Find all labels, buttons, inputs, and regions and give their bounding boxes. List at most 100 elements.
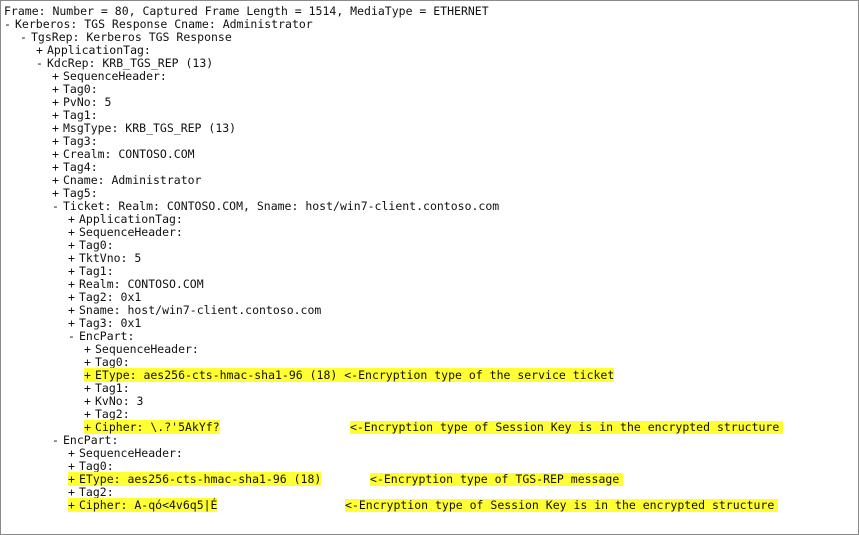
tree-node[interactable]: + SequenceHeader: (4, 343, 858, 356)
tree-node-content: + SequenceHeader: (52, 69, 167, 83)
tree-node[interactable]: + Crealm: CONTOSO.COM (4, 148, 858, 161)
tree-node-content: + SequenceHeader: (68, 446, 183, 460)
tree-node[interactable]: + PvNo: 5 (4, 96, 858, 109)
tree-node-content: + Tag2: (68, 485, 114, 499)
tree-node-label: MsgType: KRB_TGS_REP (13) (63, 121, 237, 135)
tree-node[interactable]: + EType: aes256-cts-hmac-sha1-96 (18) <-En… (4, 472, 858, 486)
tree-node-label: SequenceHeader: (95, 342, 199, 356)
tree-node-content: + Tag1: (52, 108, 98, 122)
tree-node-content: + EType: aes256-cts-hmac-sha1-96 (18) <-E… (84, 368, 615, 382)
collapse-icon[interactable]: - (52, 434, 63, 447)
tree-node-content: + Tag3: 0x1 (68, 316, 141, 330)
tree-node-label: Ticket: Realm: CONTOSO.COM, Sname: host/… (63, 199, 500, 213)
tree-node-label: Cname: Administrator (63, 173, 202, 187)
collapse-icon[interactable]: - (68, 330, 79, 343)
tree-node-content: + SequenceHeader: (84, 342, 199, 356)
tree-node[interactable]: + Cipher: \.?'5AkYf? <-Encryption type of … (4, 420, 858, 434)
tree-node[interactable]: + SequenceHeader: (4, 70, 858, 83)
tree-node-label: SequenceHeader: (79, 225, 183, 239)
tree-node-content: + Tag4: (52, 160, 98, 174)
tree-node-label: Tag3: (63, 134, 98, 148)
tree-node-content: - TgsRep: Kerberos TGS Response (20, 30, 232, 44)
tree-node-label: Realm: CONTOSO.COM (79, 277, 204, 291)
tree-node-content: + Tag0: (68, 238, 114, 252)
tree-node[interactable]: + KvNo: 3 (4, 395, 858, 408)
tree-node-label: Sname: host/win7-client.contoso.com (79, 303, 322, 317)
collapse-icon[interactable]: - (52, 200, 63, 213)
tree-node-label: Crealm: CONTOSO.COM (63, 147, 195, 161)
tree-node-content: + Crealm: CONTOSO.COM (52, 147, 195, 161)
tree-node[interactable]: + SequenceHeader: (4, 226, 858, 239)
tree-node-content: + KvNo: 3 (84, 394, 143, 408)
tree-node-content: + Tag0: (84, 355, 130, 369)
packet-details-tree-panel: Frame: Number = 80, Captured Frame Lengt… (0, 0, 859, 535)
tree-node-content: + TktVno: 5 (68, 251, 141, 265)
tree-node-label: Tag2: (95, 407, 130, 421)
expand-icon[interactable]: + (68, 499, 79, 512)
tree-node-label: Tag1: (79, 264, 114, 278)
collapse-icon[interactable]: - (36, 57, 47, 70)
tree-node-content: + SequenceHeader: (68, 225, 183, 239)
collapse-icon[interactable]: - (4, 18, 15, 31)
tree-node-content: + Tag5: (52, 186, 98, 200)
collapse-icon[interactable]: - (20, 31, 31, 44)
tree-node-content: + Sname: host/win7-client.contoso.com (68, 303, 321, 317)
tree-node-label: EType: aes256-cts-hmac-sha1-96 (18) (79, 472, 322, 486)
tree-node-content: + Tag0: (52, 82, 98, 96)
tree-node-label: Tag2: (79, 485, 114, 499)
tree-node-content: + EType: aes256-cts-hmac-sha1-96 (18) (68, 472, 322, 486)
tree-node-content: + Tag2: (84, 407, 130, 421)
tree-node-label: Tag1: (63, 108, 98, 122)
tree-node-label: SequenceHeader: (79, 446, 183, 460)
tree-node-label: Tag0: (63, 82, 98, 96)
tree-node-label: TktVno: 5 (79, 251, 142, 265)
tree-node-content: - Ticket: Realm: CONTOSO.COM, Sname: host… (52, 199, 499, 213)
tree-node-label: SequenceHeader: (63, 69, 167, 83)
tree-node-content: - KdcRep: KRB_TGS_REP (13) (36, 56, 213, 70)
tree-node-label: Tag3: 0x1 (79, 316, 142, 330)
annotation-note: <-Encryption type of Session Key is in t… (350, 421, 784, 434)
tree-node-label: KvNo: 3 (95, 394, 144, 408)
tree-node-label: KdcRep: KRB_TGS_REP (13) (47, 56, 214, 70)
tree-node[interactable]: + TktVno: 5 (4, 252, 858, 265)
tree-node-content: + Tag1: (68, 264, 114, 278)
tree-node-label: ApplicationTag: (79, 212, 183, 226)
tree-node[interactable]: + Cname: Administrator (4, 174, 858, 187)
tree-node-content: + Realm: CONTOSO.COM (68, 277, 204, 291)
tree-node-label: ApplicationTag: (47, 43, 151, 57)
tree-node-label: PvNo: 5 (63, 95, 112, 109)
tree-node-content: + PvNo: 5 (52, 95, 111, 109)
tree-node[interactable]: + MsgType: KRB_TGS_REP (13) (4, 122, 858, 135)
tree-node-content: + Cipher: \.?'5AkYf? (84, 420, 220, 434)
tree-node-content: + MsgType: KRB_TGS_REP (13) (52, 121, 236, 135)
tree-node-content: - EncPart: (52, 433, 118, 447)
tree-node-label: Tag5: (63, 186, 98, 200)
annotation-note: <-Encryption type of TGS-REP message (370, 473, 624, 486)
tree-node-content: - EncPart: (68, 329, 134, 343)
tree-node-content: + Tag2: 0x1 (68, 290, 141, 304)
tree-node-label: EType: aes256-cts-hmac-sha1-96 (18) <-En… (95, 368, 615, 382)
tree-node-label: Tag0: (79, 238, 114, 252)
tree-node[interactable]: + Tag0: (4, 83, 858, 96)
tree-node-content: + Tag3: (52, 134, 98, 148)
tree-node-content: + Tag0: (68, 459, 114, 473)
tree-node-label: Frame: Number = 80, Captured Frame Lengt… (4, 4, 489, 18)
tree-node-label: Tag0: (95, 355, 130, 369)
tree-node[interactable]: + Cipher: A-qó<4v6q5|É <-Encryption type o… (4, 498, 858, 512)
tree-node-label: Tag1: (95, 381, 130, 395)
tree-node-content: + Cipher: A-qó<4v6q5|É (68, 498, 218, 512)
tree-node-content: + ApplicationTag: (68, 212, 183, 226)
tree-node-label: Cipher: \.?'5AkYf? (95, 420, 220, 434)
tree-node-label: TgsRep: Kerberos TGS Response (31, 30, 232, 44)
tree-node-content: + Tag1: (84, 381, 130, 395)
tree-node-content: + Cname: Administrator (52, 173, 201, 187)
tree-node-content: + ApplicationTag: (36, 43, 151, 57)
annotation-note: <-Encryption type of Session Key is in t… (345, 499, 779, 512)
tree-node[interactable]: + EType: aes256-cts-hmac-sha1-96 (18) <-E… (4, 368, 858, 382)
tree-node-content: Frame: Number = 80, Captured Frame Lengt… (4, 4, 489, 18)
tree-node-content: - Kerberos: TGS Response Cname: Administr… (4, 17, 313, 31)
tree-node[interactable]: + SequenceHeader: (4, 447, 858, 460)
tree-node-label: Kerberos: TGS Response Cname: Administra… (15, 17, 313, 31)
tree-node-label: Tag2: 0x1 (79, 290, 142, 304)
tree-node-label: EncPart: (79, 329, 135, 343)
